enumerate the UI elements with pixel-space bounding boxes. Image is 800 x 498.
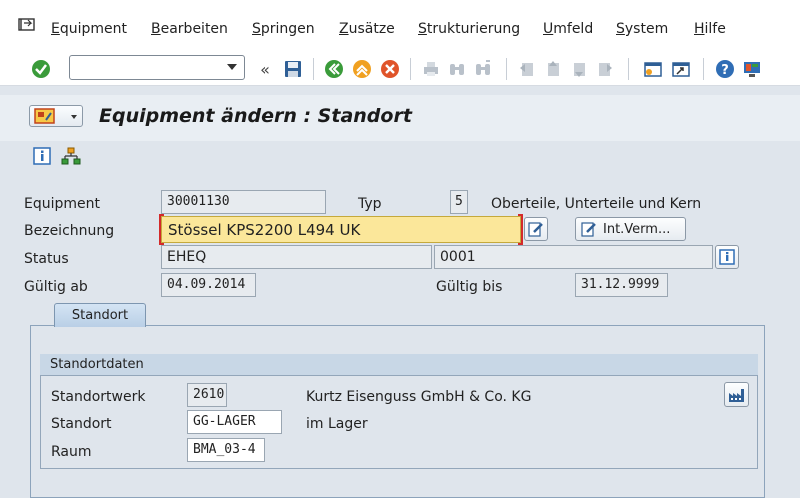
menu-icon[interactable] <box>18 18 36 32</box>
bezeichnung-label: Bezeichnung <box>24 223 115 239</box>
customize-layout-icon[interactable] <box>741 58 763 80</box>
find-icon <box>446 58 468 80</box>
screen-menu-button[interactable] <box>29 105 83 127</box>
status-label: Status <box>24 251 69 267</box>
hierarchy-icon[interactable] <box>61 147 81 165</box>
info-icon[interactable] <box>33 147 51 165</box>
collapse-icon[interactable]: « <box>254 58 276 80</box>
gueltig-bis-field[interactable]: 31.12.9999 <box>575 273 668 297</box>
svg-text:?: ? <box>721 63 729 78</box>
last-page-icon <box>594 58 616 80</box>
menu-umfeld[interactable]: Umfeld <box>543 21 593 37</box>
first-page-icon <box>516 58 538 80</box>
standort-input[interactable]: GG-LAGER <box>187 410 282 434</box>
group-header <box>40 354 758 376</box>
menu-system[interactable]: System <box>616 21 668 37</box>
bezeichnung-input[interactable]: Stössel KPS2200 L494 UK <box>161 216 521 243</box>
print-icon <box>420 58 442 80</box>
standortwerk-description: Kurtz Eisenguss GmbH & Co. KG <box>306 389 532 405</box>
menu-bearbeiten[interactable]: Bearbeiten <box>151 21 228 37</box>
long-text-edit-button[interactable] <box>524 217 548 241</box>
menu-strukturierung[interactable]: Strukturierung <box>418 21 520 37</box>
help-icon[interactable]: ? <box>714 58 736 80</box>
int-verm-label: Int.Verm... <box>603 221 671 237</box>
page-title: Equipment ändern : Standort <box>99 105 412 127</box>
shortcut-icon[interactable] <box>670 58 692 80</box>
raum-label: Raum <box>51 444 92 460</box>
menu-equipment[interactable]: Equipment <box>51 21 127 37</box>
next-page-icon <box>568 58 590 80</box>
factory-icon <box>728 388 744 402</box>
equipment-field[interactable]: 30001130 <box>161 190 326 214</box>
new-session-icon[interactable] <box>642 58 664 80</box>
cancel-icon[interactable] <box>379 58 401 80</box>
chevron-down-icon[interactable] <box>226 61 238 73</box>
command-field[interactable] <box>69 55 245 80</box>
status-user-field[interactable]: 0001 <box>434 245 713 269</box>
gueltig-ab-label: Gültig ab <box>24 279 88 295</box>
menu-zus-tze[interactable]: Zusätze <box>339 21 395 37</box>
status-info-button[interactable] <box>715 245 739 269</box>
menu-springen[interactable]: Springen <box>252 21 315 37</box>
focus-bracket-left <box>159 214 164 245</box>
typ-label: Typ <box>358 196 382 212</box>
typ-description: Oberteile, Unterteile und Kern <box>491 196 702 212</box>
status-field[interactable]: EHEQ <box>161 245 432 269</box>
raum-input[interactable]: BMA_03-4 <box>187 438 265 462</box>
standort-label: Standort <box>51 416 112 432</box>
back-icon[interactable] <box>323 58 345 80</box>
standort-description: im Lager <box>306 416 368 432</box>
application-toolbar <box>0 141 800 177</box>
focus-bracket-right <box>518 214 523 245</box>
typ-field[interactable]: 5 <box>450 190 468 214</box>
edit-icon <box>581 222 596 237</box>
enter-icon[interactable] <box>30 58 52 80</box>
plant-button[interactable] <box>724 382 749 407</box>
gueltig-bis-label: Gültig bis <box>436 279 503 295</box>
exit-icon[interactable] <box>351 58 373 80</box>
equipment-label: Equipment <box>24 196 100 212</box>
save-icon[interactable] <box>282 58 304 80</box>
standortwerk-field[interactable]: 2610 <box>187 383 227 407</box>
previous-page-icon <box>542 58 564 80</box>
gueltig-ab-field[interactable]: 04.09.2014 <box>161 273 256 297</box>
tab-standort[interactable]: Standort <box>54 303 146 327</box>
int-verm-button[interactable]: Int.Verm... <box>575 217 686 241</box>
find-next-icon <box>472 58 494 80</box>
menu-hilfe[interactable]: Hilfe <box>694 21 726 37</box>
standortwerk-label: Standortwerk <box>51 389 146 405</box>
group-title: Standortdaten <box>50 357 144 372</box>
